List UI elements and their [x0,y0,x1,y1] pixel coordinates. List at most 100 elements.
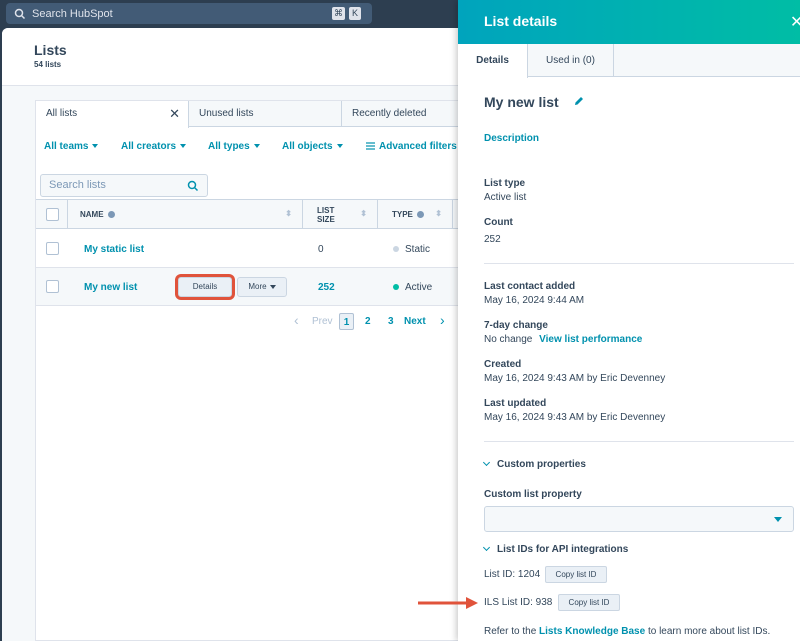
last-contact-label: Last contact added [484,281,576,292]
updated-label: Last updated [484,398,547,409]
seven-day-value: No change View list performance [484,334,642,345]
column-type-label: TYPE [392,210,413,219]
tab-all-lists[interactable]: All lists ✕ [36,101,189,128]
page-2-button[interactable]: 2 [365,313,371,331]
filter-creators-label: All creators [121,141,177,152]
column-size-line1: LIST [317,205,335,215]
next-button[interactable]: Next [404,313,426,331]
column-name[interactable]: NAME ⬍ [68,200,303,229]
last-contact-value: May 16, 2024 9:44 AM [484,295,585,306]
filter-objects[interactable]: All objects [282,141,343,152]
column-name-label: NAME [80,210,104,219]
shortcut-mod-key: ⌘ [332,7,345,20]
filter-bar: All teams All creators All types All obj… [44,141,459,157]
list-size-value[interactable]: 252 [318,282,335,293]
row-checkbox[interactable] [46,242,59,255]
filter-types-label: All types [208,141,250,152]
chevron-down-icon [482,458,491,467]
divider [484,263,794,264]
list-type-value: Active [405,281,433,293]
list-id-value: List ID: 1204 [484,569,541,580]
lists-page: Lists 54 lists All lists ✕ Unused lists … [2,28,459,641]
custom-list-property-select[interactable] [484,506,794,532]
close-icon[interactable]: ✕ [169,101,180,127]
page-title: Lists [34,42,67,58]
pagination: ‹ Prev 1 2 3 Next › [294,311,459,333]
copy-ils-id-button[interactable]: Copy list ID [558,594,620,611]
divider [484,441,794,442]
list-search-input[interactable]: Search lists [40,174,208,197]
column-type[interactable]: TYPE ⬍ [378,200,453,229]
filter-types[interactable]: All types [208,141,260,152]
tab-recently-deleted[interactable]: Recently deleted [342,101,459,127]
search-icon [187,180,199,192]
pencil-icon[interactable] [574,96,584,106]
filter-teams-label: All teams [44,141,89,152]
kb-link[interactable]: Lists Knowledge Base [539,626,645,637]
panel-title: List details [484,13,558,29]
chevron-down-icon [269,284,276,289]
select-all-checkbox[interactable] [46,208,59,221]
column-size-line2: SIZE [317,214,335,224]
filter-objects-label: All objects [282,141,333,152]
chevron-down-icon [482,543,491,552]
description-link[interactable]: Description [484,133,539,144]
search-icon [14,8,26,19]
chevron-down-icon [774,517,782,522]
seven-day-change-value: No change [484,334,533,345]
global-search-input[interactable]: Search HubSpot ⌘ K [6,3,372,24]
list-name-heading: My new list [484,94,559,110]
page-3-button[interactable]: 3 [388,313,394,331]
panel-header: List details ✕ [458,0,800,44]
tab-details[interactable]: Details [458,44,528,78]
list-name-link[interactable]: My new list [84,282,137,293]
custom-list-property-label: Custom list property [484,489,582,500]
filter-teams[interactable]: All teams [44,141,99,152]
tab-used-in[interactable]: Used in (0) [528,44,614,77]
page-1-button[interactable]: 1 [339,313,354,330]
table-header: NAME ⬍ LIST SIZE ⬍ TYPE ⬍ [36,199,459,229]
status-dot [393,284,399,290]
custom-properties-label: Custom properties [497,459,586,470]
list-type-label: List type [484,178,526,189]
annotation-arrow-icon [418,597,478,609]
tab-unused-lists[interactable]: Unused lists [189,101,342,127]
page-header: Lists 54 lists [2,28,458,86]
column-list-size[interactable]: LIST SIZE ⬍ [303,200,378,229]
status-dot [393,246,399,252]
sort-icon: ⬍ [435,209,442,218]
view-performance-link[interactable]: View list performance [539,334,642,345]
close-icon[interactable]: ✕ [790,12,800,32]
info-icon [416,211,424,218]
lists-content: All lists ✕ Unused lists Recently delete… [35,100,459,641]
list-count: 54 lists [34,60,62,69]
copy-list-id-button[interactable]: Copy list ID [545,566,607,583]
list-name-link[interactable]: My static list [84,244,144,255]
refer-prefix: Refer to the [484,626,537,637]
chevron-down-icon [92,144,99,149]
count-value: 252 [484,234,501,245]
select-all-cell [36,200,68,229]
list-type-value: Active list [484,192,527,203]
sort-icon: ⬍ [285,209,292,218]
info-icon [107,211,115,218]
table-row[interactable]: My static list 0 Static [36,230,459,268]
filter-creators[interactable]: All creators [121,141,187,152]
row-checkbox[interactable] [46,280,59,293]
more-button-label: More [248,282,267,291]
custom-properties-toggle[interactable]: Custom properties [482,458,586,470]
more-button[interactable]: More [237,277,287,297]
advanced-filters-button[interactable]: Advanced filters [366,141,457,152]
chevron-right-icon[interactable]: › [440,311,445,329]
seven-day-label: 7-day change [484,320,548,331]
details-button[interactable]: Details [178,277,232,297]
refer-suffix: to learn more about list IDs. [647,626,771,637]
chevron-down-icon [336,144,343,149]
prev-button[interactable]: Prev [312,313,333,331]
chevron-left-icon[interactable]: ‹ [294,311,299,329]
sort-icon: ⬍ [360,209,367,218]
chevron-down-icon [253,144,260,149]
advanced-filters-label: Advanced filters [379,141,457,152]
table-row[interactable]: My new list Details More 252 Active [36,268,459,306]
api-ids-toggle[interactable]: List IDs for API integrations [482,543,628,555]
